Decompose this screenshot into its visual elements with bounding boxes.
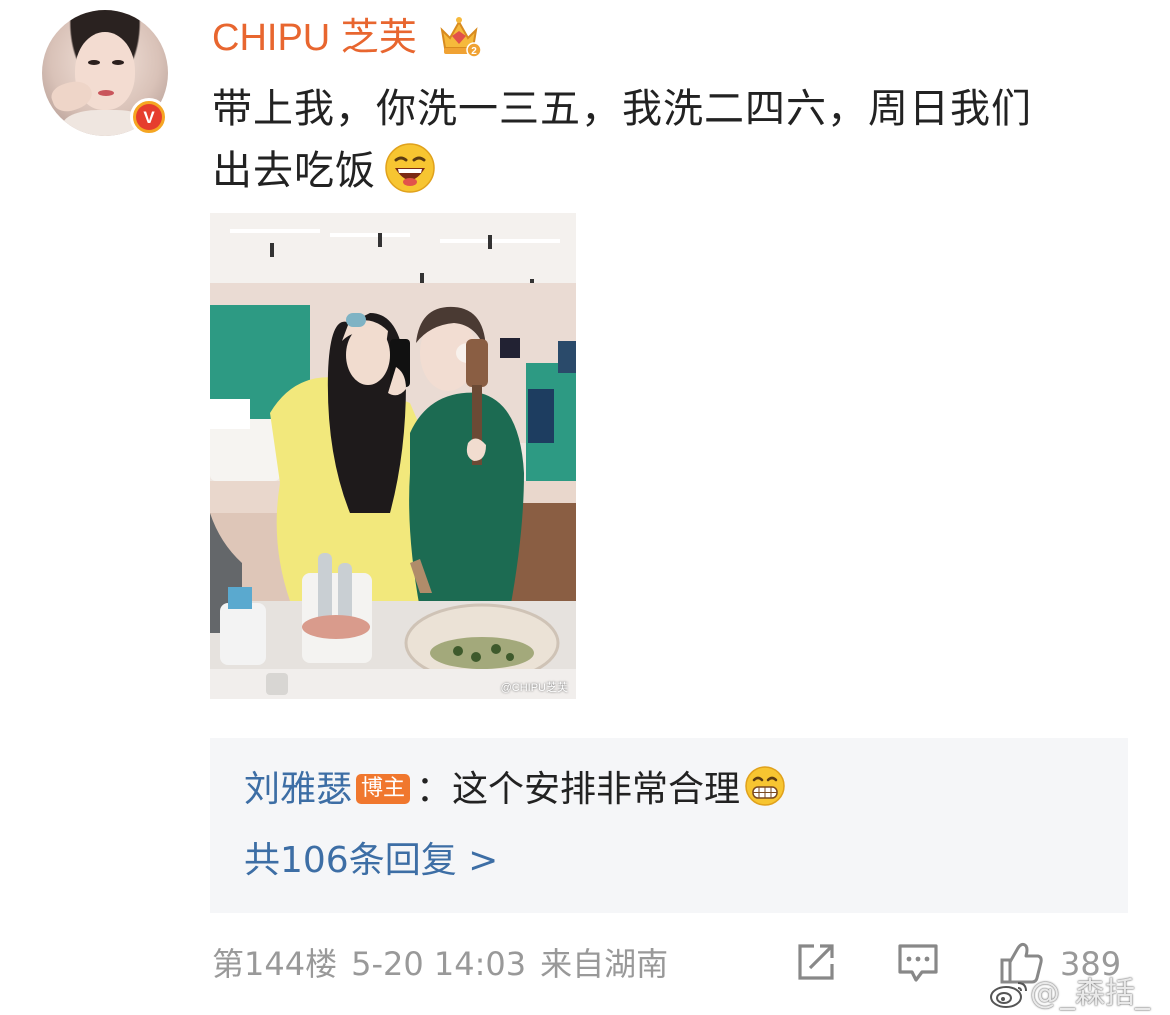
svg-text:2: 2 — [471, 46, 477, 57]
reply-author[interactable]: 刘雅瑟 — [244, 769, 352, 810]
username[interactable]: CHIPU 芝芙 — [212, 14, 417, 62]
reply-text: 这个安排非常合理 — [452, 769, 741, 810]
verified-badge-label: V — [143, 107, 155, 127]
post-meta: 第144楼 5-20 14:03 来自湖南 — [212, 942, 682, 986]
view-replies-link[interactable]: 共106条回复 > — [244, 836, 498, 886]
crown-level-icon: 2 — [440, 17, 482, 58]
post-location: 来自湖南 — [540, 945, 669, 983]
floor-number: 第144楼 — [212, 945, 338, 983]
post-text-line-2: 出去吃饭 — [212, 140, 1142, 202]
blogger-badge: 博主 — [356, 774, 411, 804]
comment-icon[interactable] — [896, 940, 940, 984]
grinning-emoji-icon — [745, 766, 785, 806]
laughing-emoji-icon — [385, 143, 435, 193]
post-text-line-1: 带上我，你洗一三五，我洗二四六，周日我们 — [212, 86, 1032, 132]
reply-preview-box[interactable]: 刘雅瑟 博主 ：这个安排非常合理 共106条回复 > — [210, 738, 1128, 913]
post-text: 带上我，你洗一三五，我洗二四六，周日我们 出去吃饭 — [212, 78, 1142, 202]
photo-watermark: @CHIPU芝芙 — [500, 682, 568, 694]
weibo-logo-icon — [990, 982, 1027, 1008]
reply-colon: ： — [416, 769, 453, 810]
reply-line: 刘雅瑟 博主 ：这个安排非常合理 — [244, 764, 786, 816]
watermark: @_森括_ — [988, 968, 1150, 1012]
post-time: 5-20 14:03 — [351, 945, 527, 983]
post-photo[interactable]: @CHIPU芝芙 — [210, 213, 576, 699]
share-icon[interactable] — [794, 940, 838, 984]
watermark-text: @_森括_ — [1030, 976, 1150, 1011]
verified-badge-icon: V — [130, 98, 168, 136]
post-text-line-2-text: 出去吃饭 — [212, 148, 376, 194]
post-photo-image — [210, 213, 576, 699]
